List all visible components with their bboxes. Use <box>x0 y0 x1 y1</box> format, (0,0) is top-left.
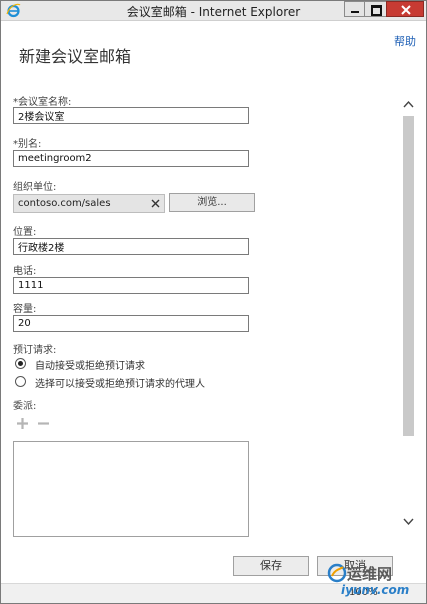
close-icon <box>401 5 411 15</box>
room-name-label: *会议室名称: <box>13 97 72 108</box>
minimize-button[interactable] <box>344 1 364 17</box>
help-link[interactable]: 帮助 <box>394 33 416 49</box>
delegate-radio[interactable] <box>15 376 26 387</box>
ou-field[interactable]: contoso.com/sales <box>13 194 165 213</box>
remove-icon[interactable] <box>37 417 50 430</box>
delegate-option-label[interactable]: 选择可以接受或拒绝预订请求的代理人 <box>35 375 205 390</box>
auto-accept-radio[interactable] <box>15 358 26 369</box>
capacity-label: 容量: <box>13 304 37 315</box>
ou-value: contoso.com/sales <box>18 198 111 209</box>
add-icon[interactable] <box>16 417 29 430</box>
location-label: 位置: <box>13 227 37 238</box>
watermark-subtitle: iyunv.com <box>341 583 410 597</box>
location-input[interactable] <box>13 238 249 255</box>
alias-label: *别名: <box>13 139 42 150</box>
close-button[interactable] <box>386 1 424 17</box>
auto-accept-label[interactable]: 自动接受或拒绝预订请求 <box>35 357 145 372</box>
phone-label: 电话: <box>13 266 37 277</box>
room-name-input[interactable] <box>13 107 249 124</box>
chevron-down-icon[interactable] <box>402 517 415 527</box>
maximize-button[interactable] <box>364 1 386 17</box>
delegate-list[interactable] <box>13 441 249 537</box>
browse-button[interactable]: 浏览... <box>169 193 255 212</box>
scrollbar[interactable] <box>399 97 419 533</box>
delegates-label: 委派: <box>13 401 37 412</box>
ou-label: 组织单位: <box>13 182 57 193</box>
watermark: 运维网 iyunv.com <box>323 559 423 599</box>
scroll-thumb[interactable] <box>403 116 414 436</box>
page-title: 新建会议室邮箱 <box>19 47 132 66</box>
ou-clear-button[interactable] <box>147 194 165 213</box>
booking-label: 预订请求: <box>13 345 57 356</box>
alias-input[interactable] <box>13 150 249 167</box>
save-button[interactable]: 保存 <box>233 556 309 576</box>
browser-window: 会议室邮箱 - Internet Explorer 帮助 新建会议室邮箱 *会议… <box>0 0 427 604</box>
clear-icon <box>151 199 160 208</box>
chevron-up-icon[interactable] <box>402 99 415 109</box>
watermark-logo-icon <box>327 563 347 583</box>
title-bar: 会议室邮箱 - Internet Explorer <box>1 1 426 21</box>
phone-input[interactable] <box>13 277 249 294</box>
capacity-input[interactable] <box>13 315 249 332</box>
watermark-title: 运维网 <box>347 565 393 583</box>
